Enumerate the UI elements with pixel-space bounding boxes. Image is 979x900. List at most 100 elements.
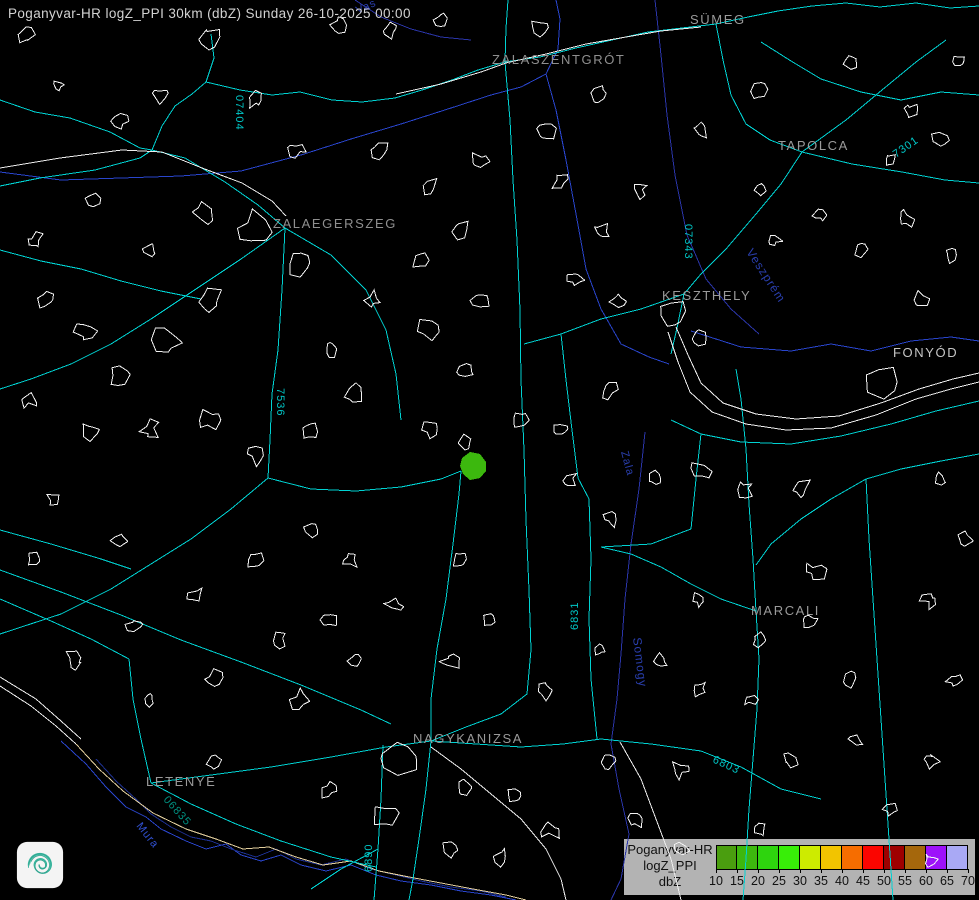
settle-line [423,179,437,195]
settle-line [83,424,99,442]
settle-line [635,185,647,200]
county-boundaries-layer [355,0,759,900]
road-number-label: 07343 [682,224,694,260]
radar-echo-layer [460,452,486,480]
settle-line [753,632,765,648]
legend-swatch-15 [737,845,758,870]
settle-line [459,779,472,795]
radar-display: Poganyvar-HR logZ_PPI dbZ 10152025303540… [0,0,979,900]
legend-swatch-30 [800,845,821,870]
road-line [691,434,701,529]
settle-line [343,554,357,568]
settle-line [552,175,568,189]
river-line [691,331,979,351]
settle-line [142,244,154,257]
legend-swatch-45 [863,845,884,870]
settle-line [738,482,753,498]
settle-line [274,632,286,649]
rail-line [396,27,701,94]
lake-shore-layer [668,327,979,430]
legend-station: Poganyvar-HR [624,842,716,858]
settle-line [375,807,400,825]
settle-line [192,202,212,225]
road-line [505,24,716,62]
settle-line [111,366,130,386]
city-label: TAPOLCA [778,138,849,153]
legend-tick-label: 30 [789,874,811,888]
road-line [0,570,391,724]
road-line [0,250,201,299]
road-line [431,62,531,741]
settle-line [470,295,489,307]
settle-line [344,383,361,402]
road-line [0,530,131,569]
settle-line [595,224,609,237]
settle-line [784,753,798,768]
road-line [866,454,979,479]
settle-line [812,209,827,221]
rail-line [0,686,76,744]
settle-line [199,30,220,51]
legend-tick-label: 35 [810,874,832,888]
settle-line [125,621,143,632]
radar-title: Poganyvar-HR logZ_PPI 30km (dbZ) Sunday … [8,6,411,21]
road-line [716,24,802,152]
road-line [684,152,802,294]
road-line [151,741,431,783]
legend-swatch-65 [947,845,968,870]
settle-line [693,593,703,608]
road-line [0,228,285,389]
settle-line [327,343,337,358]
region-label: Zala [618,450,636,478]
road-number-label: 6890 [363,844,375,872]
road-line [285,228,401,420]
settle-line [866,367,897,399]
settle-line [110,534,128,546]
settle-line [347,655,361,667]
settle-line [247,446,263,466]
legend-swatch-60 [926,845,947,870]
road-line [505,0,508,62]
settle-line [320,615,337,626]
settle-line [591,86,606,103]
settle-line [924,755,940,769]
settle-line [290,253,310,277]
settle-line [383,22,396,39]
settle-line [691,463,712,478]
settle-line [66,651,81,670]
settle-line [609,294,627,307]
settle-line [844,671,856,688]
settle-line [901,210,915,228]
settle-line [303,423,318,438]
legend-swatch-20 [758,845,779,870]
settle-line [452,221,468,240]
road-line [802,152,979,183]
road-line [268,228,285,478]
settle-line [443,842,458,858]
settle-line [384,598,404,610]
settle-line [595,644,605,655]
river-line [546,74,669,364]
settle-line [458,434,471,450]
city-labels-layer: SÜMEGZALASZENTGRÓTTAPOLCAZALAEGERSZEGKES… [146,12,958,789]
region-label: Somogy [630,637,650,688]
settle-line [751,83,768,99]
settle-line [958,531,974,546]
legend-tickmark [905,869,906,873]
legend-product: logZ_PPI [624,858,716,874]
settle-line [673,762,690,780]
region-labels-layer: VeszprémSomogyZalaVasMura [134,0,789,851]
settle-line [111,114,129,130]
legend-tickmark [737,869,738,873]
road-line [741,767,821,799]
settle-line [567,274,585,286]
settle-line [54,81,65,91]
settle-line [843,56,856,70]
legend-tick-label: 25 [768,874,790,888]
settle-line [22,393,37,409]
road-line [431,471,461,741]
settle-line [288,145,307,159]
rail-line [431,747,566,900]
settle-line [152,90,168,104]
rail-line [0,150,286,216]
